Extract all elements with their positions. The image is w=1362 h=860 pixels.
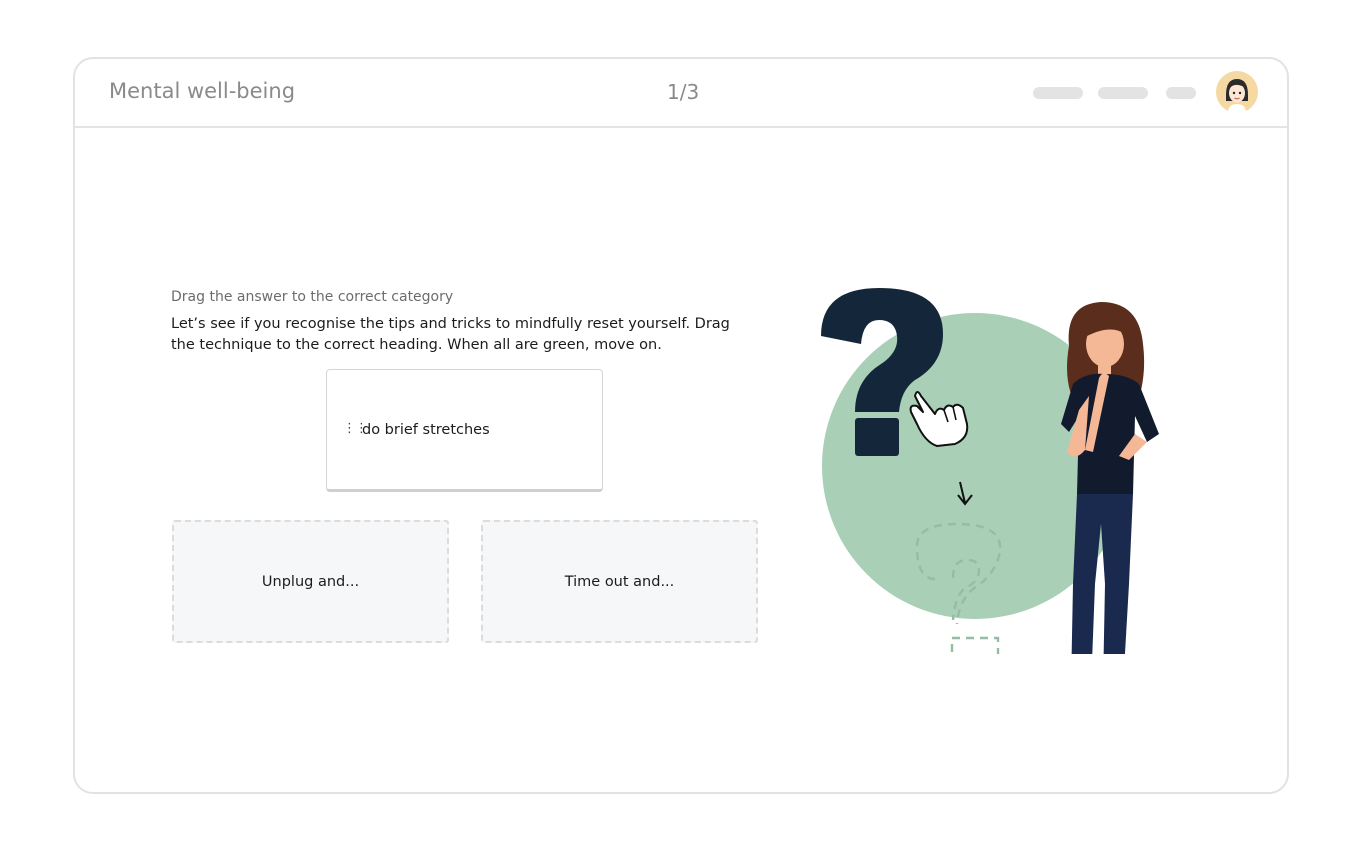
- question-label: Drag the answer to the correct category: [171, 289, 454, 305]
- question-illustration: [817, 284, 1177, 706]
- drop-zone-unplug[interactable]: Unplug and...: [172, 520, 449, 643]
- nav-placeholder-1[interactable]: [1033, 87, 1083, 99]
- drop-zone-label: Unplug and...: [261, 573, 360, 590]
- nav-placeholder-3[interactable]: [1166, 87, 1196, 99]
- question-instructions: Let’s see if you recognise the tips and …: [171, 316, 730, 353]
- drop-zone-time-out[interactable]: Time out and...: [481, 520, 758, 643]
- user-avatar-icon[interactable]: [1216, 71, 1258, 113]
- lesson-header: Mental well-being 1/3: [75, 59, 1287, 128]
- drop-zone-label: Time out and...: [564, 573, 675, 590]
- draggable-answer-text: do brief stretches: [362, 422, 490, 438]
- nav-placeholder-2[interactable]: [1098, 87, 1148, 99]
- page-counter: 1/3: [667, 80, 700, 104]
- lesson-title: Mental well-being: [109, 79, 296, 103]
- lesson-window: Mental well-being 1/3 Drag the answer to…: [73, 57, 1289, 794]
- draggable-answer-card[interactable]: ⋮⋮ do brief stretches: [326, 369, 603, 492]
